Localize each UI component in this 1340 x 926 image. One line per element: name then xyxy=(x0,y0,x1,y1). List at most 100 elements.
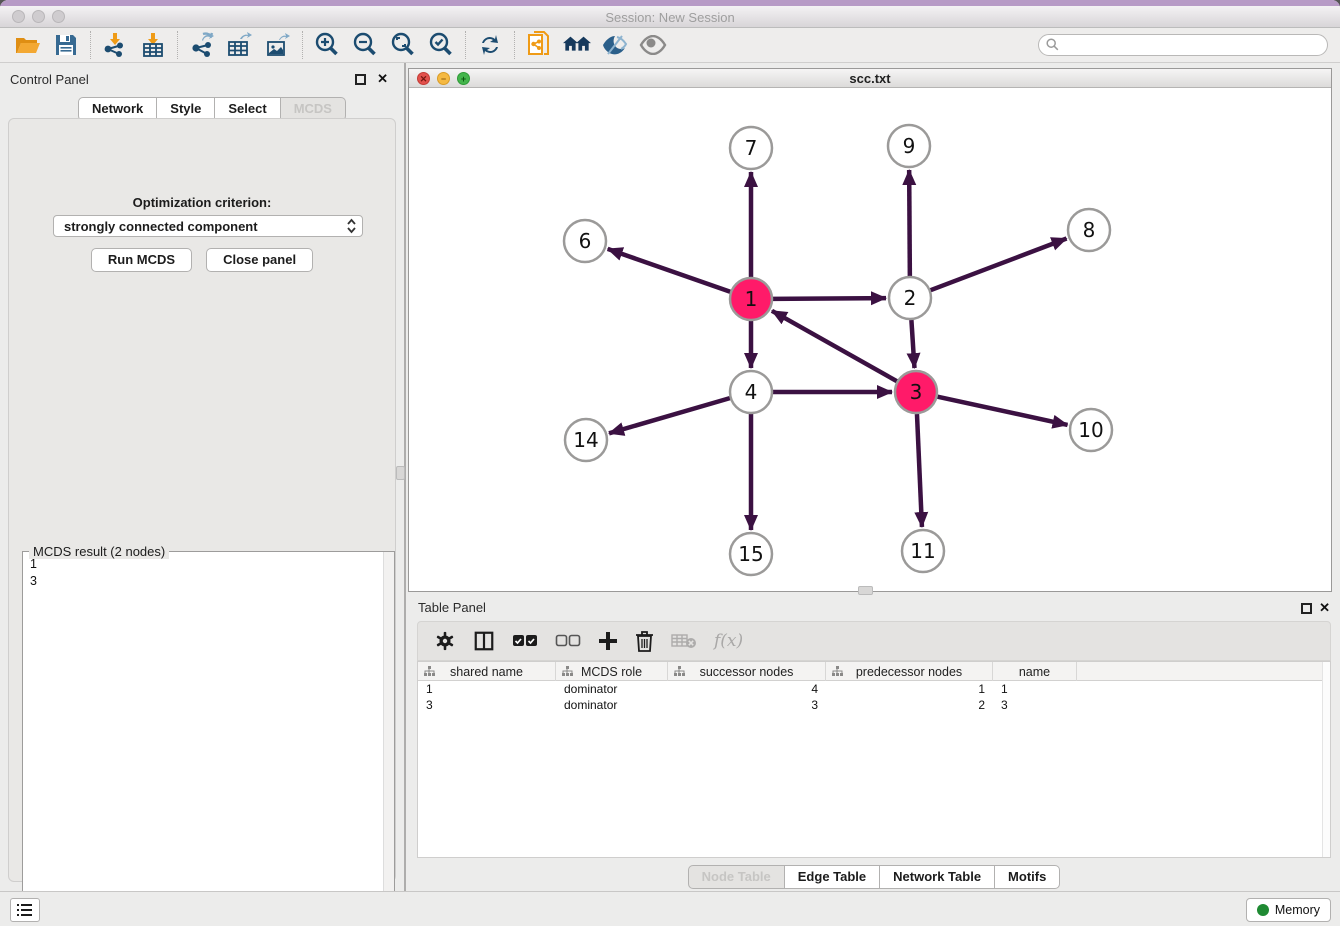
control-panel-float-button[interactable] xyxy=(355,74,366,85)
column-header-successor-nodes[interactable]: successor nodes xyxy=(668,662,826,681)
table-panel-close-button[interactable]: ✕ xyxy=(1319,600,1330,616)
graph-node-8[interactable]: 8 xyxy=(1068,209,1110,251)
mcds-panel: Optimization criterion: strongly connect… xyxy=(8,118,396,882)
table-cell[interactable]: 1 xyxy=(993,681,1077,697)
graph-node-6[interactable]: 6 xyxy=(564,220,606,262)
delete-table-icon xyxy=(671,632,697,650)
graph-node-9[interactable]: 9 xyxy=(888,125,930,167)
graph-node-1[interactable]: 1 xyxy=(730,278,772,320)
graph-node-10[interactable]: 10 xyxy=(1070,409,1112,451)
table-toolbar: f(x) xyxy=(417,621,1331,661)
homes-icon xyxy=(563,34,591,56)
network-canvas[interactable]: 7 9 6 8 1 2 4 3 14 10 15 11 xyxy=(409,88,1331,591)
export-image-icon xyxy=(266,32,290,58)
table-scrollbar[interactable] xyxy=(1322,662,1330,857)
memory-button[interactable]: Memory xyxy=(1246,898,1331,922)
graph-edge-2-3[interactable] xyxy=(911,320,914,368)
tab-node-table[interactable]: Node Table xyxy=(688,865,785,889)
refresh-style-button[interactable] xyxy=(476,31,504,59)
tab-edge-table[interactable]: Edge Table xyxy=(785,865,880,889)
network-window-titlebar: ✕ − + scc.txt xyxy=(409,69,1331,88)
column-header-shared-name[interactable]: shared name xyxy=(418,662,556,681)
save-session-button[interactable] xyxy=(52,31,80,59)
run-mcds-button[interactable]: Run MCDS xyxy=(91,248,192,272)
tab-network-table[interactable]: Network Table xyxy=(880,865,995,889)
panel-divider-handle[interactable] xyxy=(396,466,405,480)
zoom-in-button[interactable] xyxy=(313,31,341,59)
tab-motifs[interactable]: Motifs xyxy=(995,865,1060,889)
table-cell[interactable]: 1 xyxy=(418,681,556,697)
function-builder-button[interactable]: f(x) xyxy=(714,631,743,651)
graph-node-7[interactable]: 7 xyxy=(730,127,772,169)
result-scrollbar[interactable] xyxy=(383,552,394,926)
control-panel-close-button[interactable]: ✕ xyxy=(377,71,388,87)
table-cell[interactable]: dominator xyxy=(556,697,668,713)
duplicate-network-button[interactable] xyxy=(525,31,553,59)
graph-node-15[interactable]: 15 xyxy=(730,533,772,575)
apply-layout-button[interactable] xyxy=(563,31,591,59)
table-panel-float-button[interactable] xyxy=(1301,603,1312,614)
table-cell[interactable]: dominator xyxy=(556,681,668,697)
export-network-button[interactable] xyxy=(188,31,216,59)
table-row[interactable]: 3dominator323 xyxy=(418,697,1330,713)
column-header-MCDS-role[interactable]: MCDS role xyxy=(556,662,668,681)
graph-edge-1-6[interactable] xyxy=(608,249,731,292)
hide-selection-button[interactable] xyxy=(601,31,629,59)
task-history-button[interactable] xyxy=(10,898,40,922)
table-cell[interactable]: 1 xyxy=(826,681,993,697)
graph-node-11[interactable]: 11 xyxy=(902,530,944,572)
table-cell[interactable]: 3 xyxy=(668,697,826,713)
import-network-button[interactable] xyxy=(101,31,129,59)
checkboxes-unchecked-icon xyxy=(555,634,581,648)
column-header-name[interactable]: name xyxy=(993,662,1077,681)
table-row[interactable]: 1dominator411 xyxy=(418,681,1330,697)
table-cell[interactable]: 2 xyxy=(826,697,993,713)
graph-node-2[interactable]: 2 xyxy=(889,277,931,319)
table-cell[interactable]: 4 xyxy=(668,681,826,697)
svg-text:7: 7 xyxy=(745,136,758,160)
table-panel: Table Panel ✕ xyxy=(408,597,1340,888)
show-all-button[interactable] xyxy=(639,31,667,59)
create-column-button[interactable] xyxy=(598,631,618,651)
application-window: Session: New Session xyxy=(0,0,1340,926)
column-header-predecessor-nodes[interactable]: predecessor nodes xyxy=(826,662,993,681)
zoom-fit-button[interactable] xyxy=(389,31,417,59)
table-cell[interactable]: 3 xyxy=(418,697,556,713)
criterion-dropdown[interactable]: strongly connected component xyxy=(53,215,363,237)
delete-column-button[interactable] xyxy=(635,630,654,652)
table-divider-handle[interactable] xyxy=(858,586,873,595)
export-network-icon xyxy=(190,32,214,58)
zoom-selected-button[interactable] xyxy=(427,31,455,59)
table-header-row: shared nameMCDS rolesuccessor nodesprede… xyxy=(418,662,1330,681)
graph-edge-3-1[interactable] xyxy=(772,311,897,381)
svg-text:3: 3 xyxy=(910,380,923,404)
table-cell[interactable]: 3 xyxy=(993,697,1077,713)
export-table-button[interactable] xyxy=(226,31,254,59)
graph-edge-3-11[interactable] xyxy=(917,414,922,527)
graph-node-14[interactable]: 14 xyxy=(565,419,607,461)
graph-node-4[interactable]: 4 xyxy=(730,371,772,413)
unselect-all-columns-button[interactable] xyxy=(555,634,581,648)
graph-edge-1-2[interactable] xyxy=(773,298,886,299)
optimization-criterion-label: Optimization criterion: xyxy=(9,195,395,210)
graph-edge-2-8[interactable] xyxy=(931,239,1067,291)
delete-table-button[interactable] xyxy=(671,632,697,650)
table-settings-button[interactable] xyxy=(434,630,456,652)
search-input[interactable] xyxy=(1038,34,1328,56)
import-table-button[interactable] xyxy=(139,31,167,59)
graph-edge-4-14[interactable] xyxy=(609,398,730,433)
select-all-columns-button[interactable] xyxy=(512,634,538,648)
graph-edge-3-10[interactable] xyxy=(937,397,1067,425)
mcds-result-list[interactable]: 13 xyxy=(23,556,382,926)
open-session-button[interactable] xyxy=(14,31,42,59)
graph-edge-2-9[interactable] xyxy=(909,170,910,276)
import-table-icon xyxy=(142,32,164,58)
criterion-dropdown-value: strongly connected component xyxy=(64,219,347,234)
graph-node-3[interactable]: 3 xyxy=(895,371,937,413)
columns-icon xyxy=(473,630,495,652)
close-panel-button[interactable]: Close panel xyxy=(206,248,313,272)
zoom-out-button[interactable] xyxy=(351,31,379,59)
export-image-button[interactable] xyxy=(264,31,292,59)
mcds-result-box: MCDS result (2 nodes) 13 xyxy=(22,551,395,926)
show-columns-button[interactable] xyxy=(473,630,495,652)
